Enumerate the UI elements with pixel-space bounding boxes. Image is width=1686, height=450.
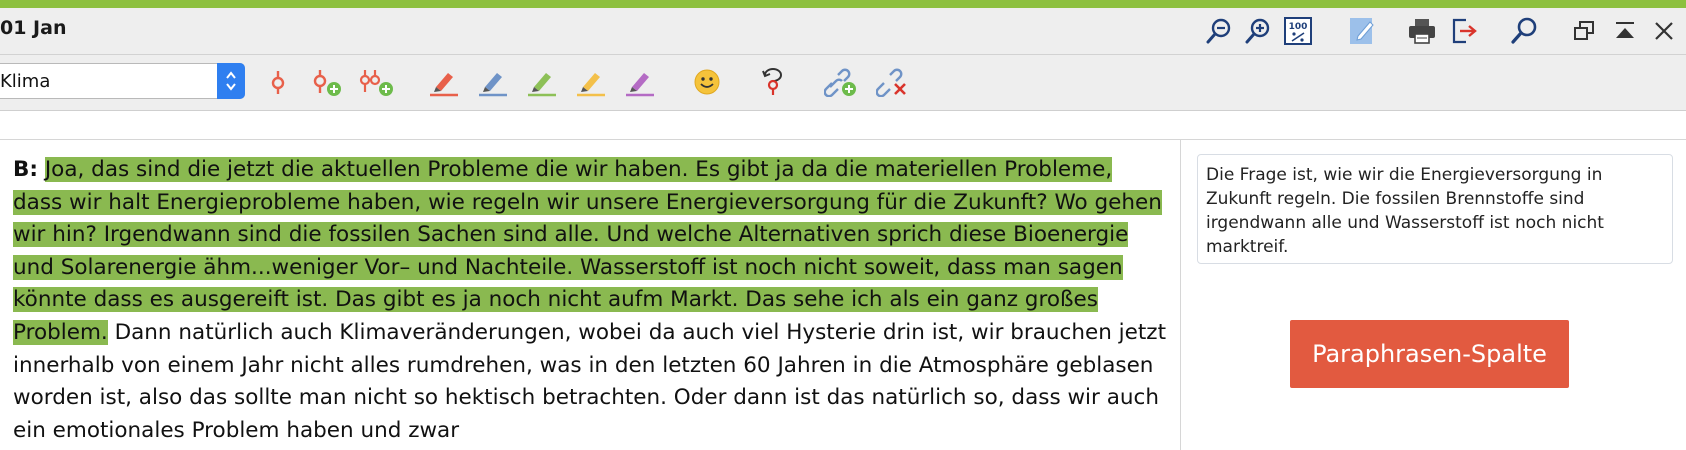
zoom-100-label: 100 [1289, 22, 1308, 32]
document-text-area[interactable]: B: Joa, das sind die jetzt die aktuellen… [0, 140, 1181, 450]
add-link-icon[interactable] [822, 63, 860, 101]
select-arrows-icon[interactable] [217, 63, 245, 99]
highlighter-purple-icon[interactable] [621, 63, 659, 101]
paraphrase-box[interactable]: Die Frage ist, wie wir die Energieversor… [1197, 154, 1673, 264]
zoom-out-icon[interactable] [1201, 8, 1237, 54]
code-select-value: Klima [0, 71, 51, 92]
export-icon[interactable] [1446, 8, 1482, 54]
add-multiple-codes-icon[interactable] [357, 63, 395, 101]
edit-icon[interactable] [1344, 8, 1380, 54]
document-title: 01 Jan [0, 17, 67, 39]
transcript-paragraph[interactable]: B: Joa, das sind die jetzt die aktuellen… [13, 154, 1168, 447]
ruler-row [0, 111, 1686, 140]
paraphrase-column: Die Frage ist, wie wir die Energieversor… [1181, 140, 1686, 450]
emoticon-icon[interactable] [688, 63, 726, 101]
coded-segment[interactable]: Joa, das sind die jetzt die aktuellen Pr… [13, 157, 1162, 345]
zoom-100-icon[interactable]: 100 [1280, 8, 1316, 54]
close-icon[interactable] [1646, 8, 1682, 54]
search-icon[interactable] [1506, 8, 1542, 54]
accent-bar [0, 0, 1686, 8]
speaker-label: B: [13, 157, 38, 182]
coding-toolbar: Klima [0, 55, 1686, 111]
code-select[interactable]: Klima [0, 63, 245, 99]
undo-code-icon[interactable] [754, 63, 792, 101]
highlighter-blue-icon[interactable] [474, 63, 512, 101]
print-icon[interactable] [1404, 8, 1440, 54]
add-code-icon[interactable] [307, 63, 345, 101]
document-header: 01 Jan 100 [0, 8, 1686, 55]
zoom-in-icon[interactable] [1240, 8, 1276, 54]
highlighter-green-icon[interactable] [523, 63, 561, 101]
collapse-icon[interactable] [1607, 8, 1643, 54]
highlighter-yellow-icon[interactable] [572, 63, 610, 101]
code-icon[interactable] [259, 63, 297, 101]
restore-window-icon[interactable] [1566, 8, 1602, 54]
paraphrase-column-button[interactable]: Paraphrasen-Spalte [1290, 320, 1569, 388]
transcript-text: Dann natürlich auch Klimaveränderungen, … [13, 319, 1167, 443]
remove-link-icon[interactable] [874, 63, 912, 101]
highlighter-red-icon[interactable] [425, 63, 463, 101]
